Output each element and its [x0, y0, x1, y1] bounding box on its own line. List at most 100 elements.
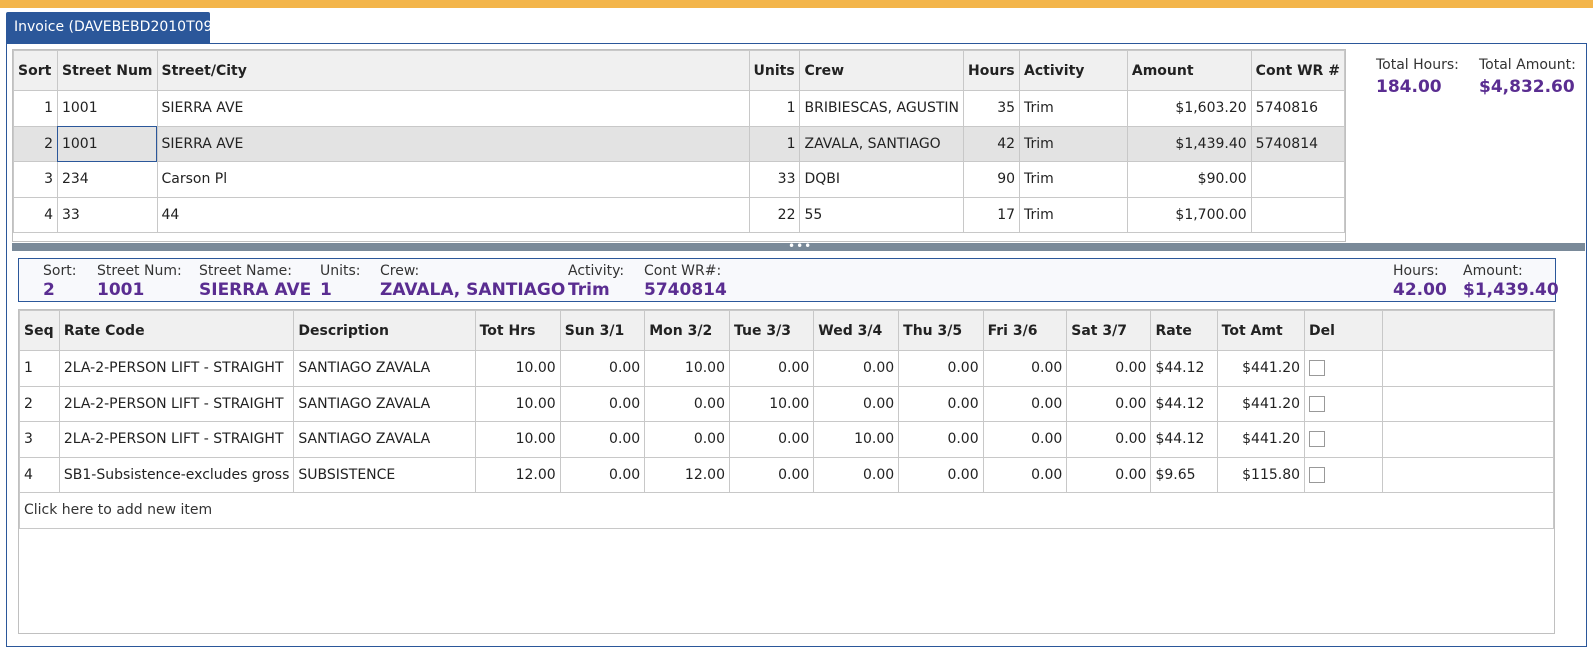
cell-seq[interactable]: 2	[19, 385, 60, 422]
cell-sat[interactable]: 0.00	[1066, 385, 1152, 422]
cell-hours[interactable]: 90	[963, 161, 1021, 198]
cell-amount[interactable]: $1,700.00	[1126, 196, 1252, 233]
cell-tot-amt[interactable]: $115.80	[1216, 456, 1306, 493]
cell-street-num[interactable]: 33	[56, 196, 158, 233]
col-header-rate-code[interactable]: Rate Code	[58, 310, 295, 351]
cell-cont-wr[interactable]: 5740814	[1250, 125, 1346, 162]
cell-mon[interactable]: 0.00	[644, 385, 730, 422]
cell-crew[interactable]: BRIBIESCAS, AGUSTIN	[799, 90, 965, 127]
col-header-units[interactable]: Units	[748, 50, 801, 91]
cell-street-num[interactable]: 234	[56, 161, 158, 198]
cell-amount[interactable]: $90.00	[1126, 161, 1252, 198]
cell-thu[interactable]: 0.00	[898, 385, 984, 422]
cell-fri[interactable]: 0.00	[982, 421, 1068, 458]
col-header-hours[interactable]: Hours	[963, 50, 1021, 91]
line-item-row[interactable]: 3 2LA-2-PERSON LIFT - STRAIGHT SANTIAGO …	[19, 421, 1554, 458]
cell-seq[interactable]: 4	[19, 456, 60, 493]
pane-splitter[interactable]: •••	[12, 239, 1585, 253]
cell-cont-wr[interactable]	[1250, 196, 1346, 233]
cell-activity[interactable]: Trim	[1019, 125, 1128, 162]
cell-description[interactable]: SUBSISTENCE	[293, 456, 476, 493]
cell-wed[interactable]: 10.00	[813, 421, 900, 458]
delete-checkbox[interactable]	[1309, 395, 1326, 412]
line-item-row[interactable]: 2 2LA-2-PERSON LIFT - STRAIGHT SANTIAGO …	[19, 385, 1554, 422]
cell-tot-hrs[interactable]: 10.00	[474, 421, 561, 458]
cell-activity[interactable]: Trim	[1019, 90, 1128, 127]
cell-sun[interactable]: 0.00	[559, 421, 646, 458]
cell-wed[interactable]: 0.00	[813, 385, 900, 422]
cell-units[interactable]: 1	[748, 125, 801, 162]
cell-rate-code[interactable]: SB1-Subsistence-excludes gross	[58, 456, 295, 493]
col-header-crew[interactable]: Crew	[799, 50, 965, 91]
cell-crew[interactable]: DQBI	[799, 161, 965, 198]
cell-tot-amt[interactable]: $441.20	[1216, 385, 1306, 422]
cell-tue[interactable]: 0.00	[728, 350, 815, 387]
cell-street-city[interactable]: 44	[156, 196, 750, 233]
col-header-activity[interactable]: Activity	[1019, 50, 1128, 91]
cell-thu[interactable]: 0.00	[898, 350, 984, 387]
cell-amount[interactable]: $1,603.20	[1126, 90, 1252, 127]
add-new-item-link[interactable]: Click here to add new item	[19, 492, 1554, 529]
cell-wed[interactable]: 0.00	[813, 350, 900, 387]
cell-tot-hrs[interactable]: 10.00	[474, 350, 561, 387]
cell-rate[interactable]: $44.12	[1150, 385, 1218, 422]
cell-sat[interactable]: 0.00	[1066, 350, 1152, 387]
cell-sat[interactable]: 0.00	[1066, 456, 1152, 493]
cell-rate[interactable]: $44.12	[1150, 350, 1218, 387]
cell-description[interactable]: SANTIAGO ZAVALA	[293, 421, 476, 458]
cell-mon[interactable]: 12.00	[644, 456, 730, 493]
cell-units[interactable]: 22	[748, 196, 801, 233]
cell-sat[interactable]: 0.00	[1066, 421, 1152, 458]
cell-tot-hrs[interactable]: 12.00	[474, 456, 561, 493]
cell-units[interactable]: 1	[748, 90, 801, 127]
cell-mon[interactable]: 10.00	[644, 350, 730, 387]
col-header-cont-wr[interactable]: Cont WR #	[1250, 50, 1346, 91]
invoice-row[interactable]: 4 33 44 22 55 17 Trim $1,700.00	[13, 196, 1346, 233]
cell-description[interactable]: SANTIAGO ZAVALA	[293, 385, 476, 422]
cell-sort[interactable]: 2	[13, 125, 58, 162]
cell-sort[interactable]: 3	[13, 161, 58, 198]
cell-sun[interactable]: 0.00	[559, 385, 646, 422]
cell-seq[interactable]: 3	[19, 421, 60, 458]
col-header-fri[interactable]: Fri 3/6	[982, 310, 1068, 351]
cell-description[interactable]: SANTIAGO ZAVALA	[293, 350, 476, 387]
cell-tot-amt[interactable]: $441.20	[1216, 421, 1306, 458]
col-header-sat[interactable]: Sat 3/7	[1066, 310, 1152, 351]
cell-street-city[interactable]: Carson Pl	[156, 161, 750, 198]
col-header-description[interactable]: Description	[293, 310, 476, 351]
cell-mon[interactable]: 0.00	[644, 421, 730, 458]
col-header-tue[interactable]: Tue 3/3	[728, 310, 815, 351]
line-item-row[interactable]: 4 SB1-Subsistence-excludes gross SUBSIST…	[19, 456, 1554, 493]
cell-units[interactable]: 33	[748, 161, 801, 198]
delete-checkbox[interactable]	[1309, 360, 1326, 377]
cell-street-num-focused[interactable]: 1001	[56, 125, 158, 162]
cell-tot-hrs[interactable]: 10.00	[474, 385, 561, 422]
col-header-thu[interactable]: Thu 3/5	[898, 310, 984, 351]
cell-sort[interactable]: 4	[13, 196, 58, 233]
cell-activity[interactable]: Trim	[1019, 196, 1128, 233]
cell-hours[interactable]: 17	[963, 196, 1021, 233]
cell-tue[interactable]: 10.00	[728, 385, 815, 422]
tab-invoice[interactable]: Invoice (DAVEBEBD2010T09)	[6, 12, 218, 43]
cell-rate-code[interactable]: 2LA-2-PERSON LIFT - STRAIGHT	[58, 350, 295, 387]
cell-hours[interactable]: 42	[963, 125, 1021, 162]
col-header-street-city[interactable]: Street/City	[156, 50, 750, 91]
col-header-tot-hrs[interactable]: Tot Hrs	[474, 310, 561, 351]
cell-seq[interactable]: 1	[19, 350, 60, 387]
col-header-mon[interactable]: Mon 3/2	[644, 310, 730, 351]
cell-tot-amt[interactable]: $441.20	[1216, 350, 1306, 387]
cell-activity[interactable]: Trim	[1019, 161, 1128, 198]
cell-rate[interactable]: $44.12	[1150, 421, 1218, 458]
cell-street-city[interactable]: SIERRA AVE	[156, 90, 750, 127]
cell-wed[interactable]: 0.00	[813, 456, 900, 493]
invoice-row[interactable]: 1 1001 SIERRA AVE 1 BRIBIESCAS, AGUSTIN …	[13, 90, 1346, 127]
col-header-del[interactable]: Del	[1304, 310, 1384, 351]
line-item-row[interactable]: 1 2LA-2-PERSON LIFT - STRAIGHT SANTIAGO …	[19, 350, 1554, 387]
cell-hours[interactable]: 35	[963, 90, 1021, 127]
cell-thu[interactable]: 0.00	[898, 456, 984, 493]
cell-amount[interactable]: $1,439.40	[1126, 125, 1252, 162]
col-header-sun[interactable]: Sun 3/1	[559, 310, 646, 351]
cell-cont-wr[interactable]: 5740816	[1250, 90, 1346, 127]
add-item-row[interactable]: Click here to add new item	[19, 492, 1554, 529]
delete-checkbox[interactable]	[1309, 466, 1326, 483]
